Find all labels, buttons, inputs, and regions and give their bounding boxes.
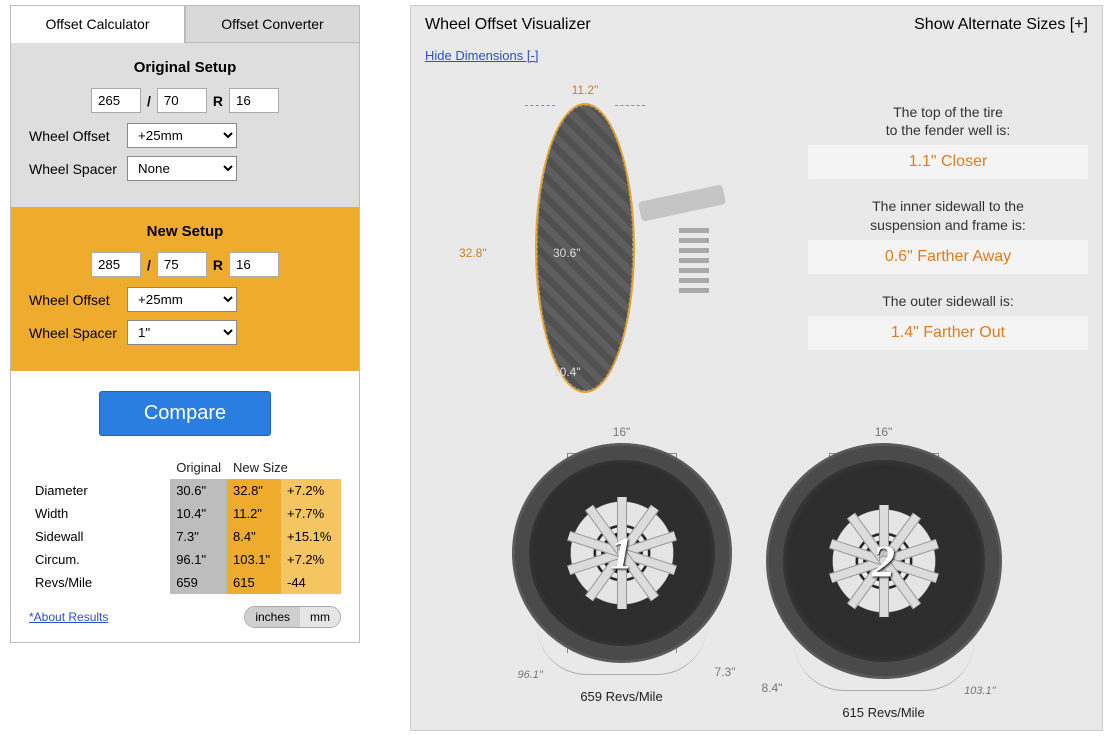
hide-dimensions-link[interactable]: Hide Dimensions [-]	[411, 44, 552, 67]
dim-inner-width: 10.4"	[553, 365, 581, 379]
unit-inches[interactable]: inches	[245, 607, 300, 627]
wheel-2-number: 2	[872, 535, 895, 588]
wheel-1-rim-dim: 16"	[613, 425, 631, 439]
col-original: Original	[170, 456, 227, 479]
new-setup-section: New Setup / R Wheel Offset +25mm Wheel S…	[11, 207, 359, 371]
tabs: Offset Calculator Offset Converter	[10, 5, 360, 43]
clearance-card-outer: The outer sidewall is: 1.4" Farther Out	[808, 292, 1088, 350]
table-row: Revs/Mile659615-44	[29, 571, 341, 594]
new-offset-select[interactable]: +25mm	[127, 287, 237, 312]
results-table: Original New Size Diameter30.6"32.8"+7.2…	[11, 446, 359, 642]
suspension-icon	[639, 163, 729, 313]
original-aspect-input[interactable]	[157, 88, 207, 113]
wheel-2-rim-dim: 16"	[875, 425, 893, 439]
wheel-2: 16" 2 8.4" 103.1" 615 Revs/Mile	[766, 443, 1002, 720]
clearance-card-inner: The inner sidewall to the suspension and…	[808, 197, 1088, 273]
compare-button[interactable]: Compare	[99, 391, 271, 436]
show-alternate-sizes[interactable]: Show Alternate Sizes [+]	[914, 16, 1088, 34]
table-row: Sidewall7.3"8.4"+15.1%	[29, 525, 341, 548]
new-offset-label: Wheel Offset	[29, 292, 121, 308]
clearance-card-fender: The top of the tire to the fender well i…	[808, 103, 1088, 179]
wheel-2-sidewall: 8.4"	[762, 681, 783, 695]
original-offset-select[interactable]: +25mm	[127, 123, 237, 148]
new-aspect-input[interactable]	[157, 252, 207, 277]
dim-width-top: 11.2"	[525, 83, 645, 97]
table-row: Diameter30.6"32.8"+7.2%	[29, 479, 341, 502]
new-setup-title: New Setup	[29, 223, 341, 240]
wheel-1-number: 1	[610, 527, 633, 580]
table-row: Width10.4"11.2"+7.7%	[29, 502, 341, 525]
new-spacer-label: Wheel Spacer	[29, 325, 121, 341]
visualizer-title: Wheel Offset Visualizer	[425, 16, 591, 34]
original-setup-section: Original Setup / R Wheel Offset +25mm Wh…	[11, 43, 359, 207]
dim-inner-height: 30.6"	[553, 246, 581, 260]
table-row: Circum.96.1"103.1"+7.2%	[29, 548, 341, 571]
dim-height-left: 32.8"	[459, 246, 487, 260]
tab-offset-converter[interactable]: Offset Converter	[185, 5, 360, 43]
unit-toggle[interactable]: inches mm	[244, 606, 341, 628]
new-width-input[interactable]	[91, 252, 141, 277]
wheel-2-revs: 615 Revs/Mile	[766, 705, 1002, 720]
new-spacer-select[interactable]: 1"	[127, 320, 237, 345]
new-rim-input[interactable]	[229, 252, 279, 277]
original-width-input[interactable]	[91, 88, 141, 113]
wheel-2-circ: 103.1"	[964, 685, 995, 697]
original-offset-label: Wheel Offset	[29, 128, 121, 144]
about-results-link[interactable]: *About Results	[29, 610, 108, 624]
unit-mm[interactable]: mm	[300, 607, 340, 627]
tab-offset-calculator[interactable]: Offset Calculator	[10, 5, 185, 43]
wheel-1-circ: 96.1"	[518, 669, 543, 681]
original-rim-input[interactable]	[229, 88, 279, 113]
wheel-1-revs: 659 Revs/Mile	[512, 689, 732, 704]
wheel-1: 16" 1 7.3" 96.1" 659 Revs/Mile	[512, 443, 732, 720]
col-new: New Size	[227, 456, 341, 479]
original-setup-title: Original Setup	[29, 59, 341, 76]
original-spacer-select[interactable]: None	[127, 156, 237, 181]
wheel-1-sidewall: 7.3"	[715, 665, 736, 679]
original-spacer-label: Wheel Spacer	[29, 161, 121, 177]
side-tire-illustration: 11.2" 32.8" 30.6" 10.4"	[505, 103, 675, 403]
